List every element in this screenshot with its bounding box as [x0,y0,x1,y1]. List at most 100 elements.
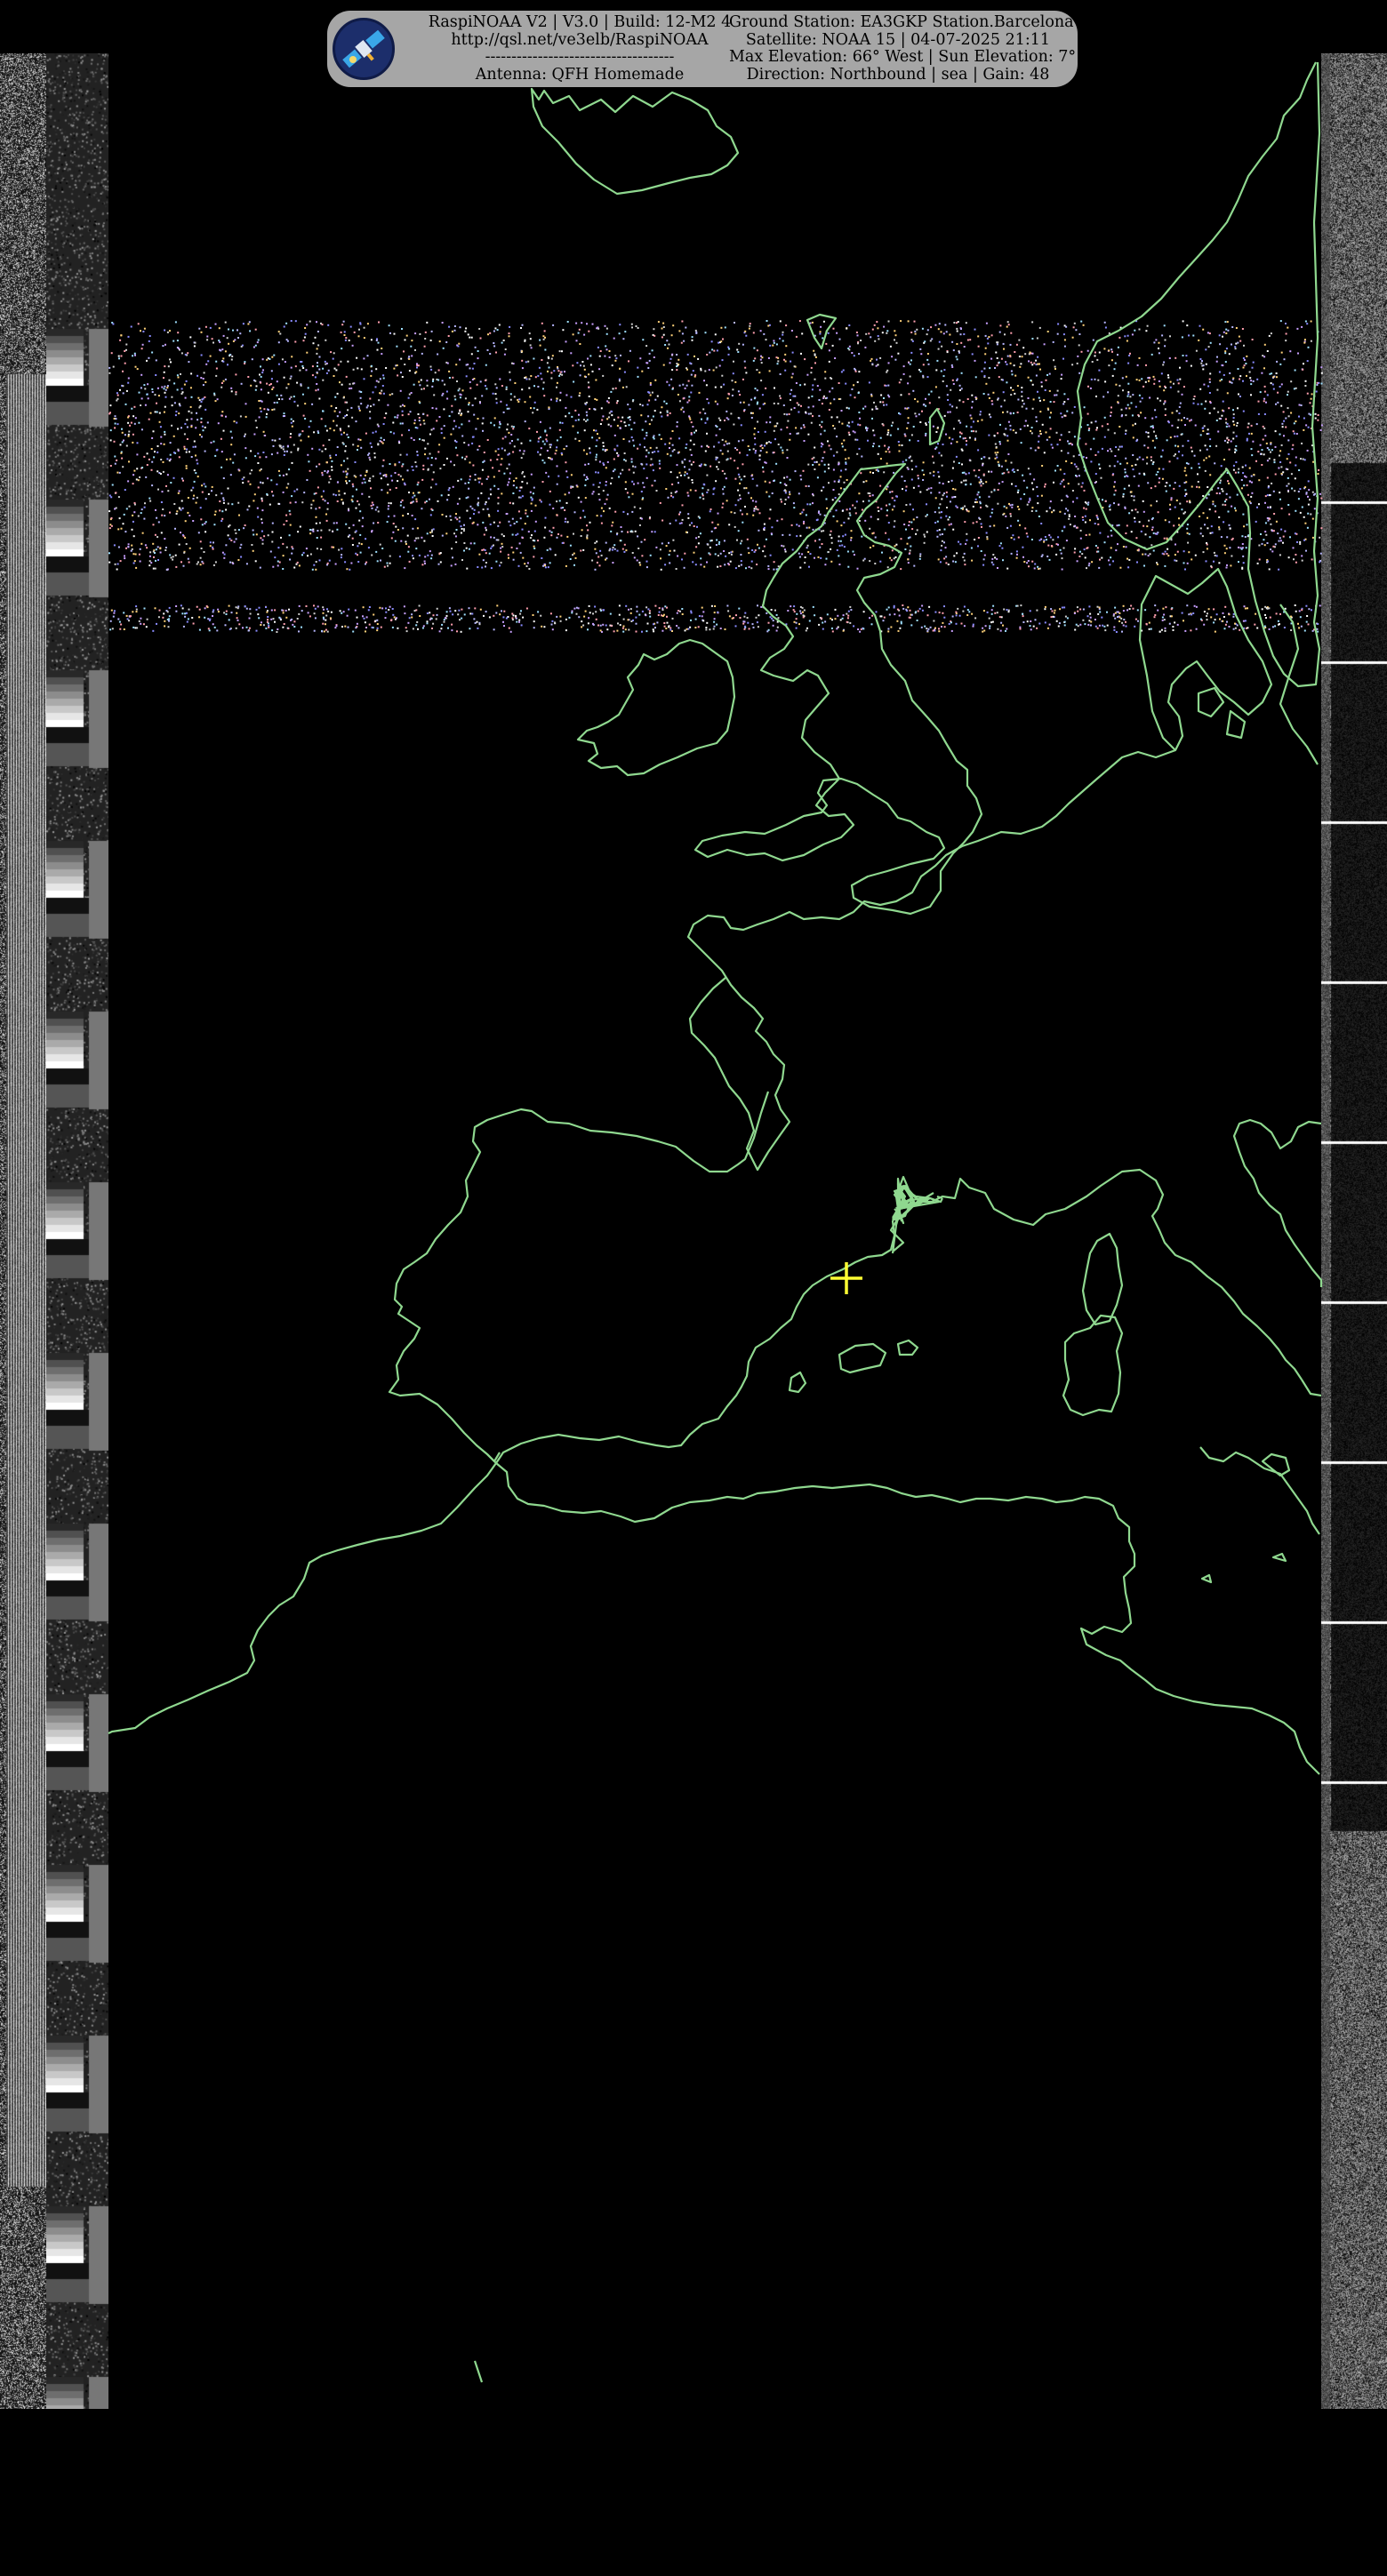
noise-dot [1219,479,1222,482]
noise-dot [754,549,757,552]
noise-dot [510,434,513,436]
noise-dot [1077,468,1079,470]
noise-dot [1063,414,1066,417]
noise-dot [116,568,118,571]
noise-dot [516,620,518,623]
noise-dot [556,400,558,403]
noise-dot [452,376,454,379]
noise-dot [737,351,740,353]
noise-dot [1221,414,1223,417]
noise-dot [1003,433,1006,436]
noise-dot [525,482,528,484]
noise-dot [1294,490,1296,492]
noise-dot [140,508,143,511]
noise-dot [1094,523,1096,524]
noise-dot [429,514,432,516]
noise-dot [254,560,257,563]
noise-dot [793,620,796,623]
noise-dot [649,516,651,518]
noise-dot [734,567,737,570]
noise-dot [870,516,872,518]
noise-dot [1186,562,1189,564]
noise-dot [665,628,668,629]
noise-dot [1127,362,1130,364]
noise-dot [1224,321,1227,324]
noise-dot [351,500,354,503]
noise-dot [127,435,130,437]
noise-dot [936,535,939,538]
noise-dot [473,618,476,620]
noise-dot [742,439,744,442]
noise-dot [130,549,132,552]
noise-dot [602,445,605,447]
noise-dot [1218,516,1221,518]
noise-dot [429,486,432,489]
noise-dot [128,505,131,508]
noise-dot [253,500,255,502]
noise-dot [757,420,759,423]
noise-dot [180,427,182,429]
noise-dot [743,409,746,412]
noise-dot [823,470,826,473]
noise-dot [285,473,288,476]
noise-dot [426,380,429,382]
noise-dot [1277,391,1279,394]
noise-dot [690,610,693,612]
noise-dot [340,360,342,363]
noise-dot [1282,411,1285,413]
noise-dot [867,439,869,442]
noise-dot [365,406,368,409]
noise-dot [499,613,501,616]
noise-dot [131,528,133,531]
noise-dot [630,428,633,430]
noise-dot [978,469,981,471]
noise-dot [709,628,711,631]
noise-dot [195,472,197,475]
noise-dot [177,428,179,430]
noise-dot [812,464,814,466]
noise-dot [1191,450,1193,452]
noise-dot [291,461,293,464]
noise-dot [570,352,573,355]
noise-dot [1265,617,1267,620]
noise-dot [1086,457,1087,459]
noise-dot [583,368,586,371]
noise-dot [1261,464,1263,466]
noise-dot [768,495,771,498]
noise-dot [685,472,688,475]
noise-dot [1239,378,1241,380]
noise-dot [1263,390,1266,393]
noise-dot [372,391,374,394]
noise-dot [478,623,481,626]
noise-dot [721,506,724,508]
noise-dot [1191,613,1193,616]
noise-dot [276,631,278,633]
noise-dot [322,616,325,619]
noise-dot [529,439,532,442]
noise-dot [1243,344,1245,347]
noise-dot [1222,490,1224,492]
noise-dot [416,527,419,530]
noise-dot [1002,513,1005,516]
noise-dot [464,397,467,400]
noise-dot [314,607,317,610]
noise-dot [1232,615,1235,618]
noise-dot [212,541,214,544]
noise-dot [850,537,853,539]
noise-dot [1205,457,1207,460]
noise-dot [1183,620,1184,622]
noise-dot [131,544,133,547]
noise-dot [946,394,949,396]
noise-dot [1110,406,1112,409]
noise-dot [251,544,253,546]
noise-dot [1311,629,1314,632]
noise-dot [501,458,503,460]
noise-dot [1201,535,1204,538]
noise-dot [1264,435,1267,437]
noise-dot [511,612,514,615]
noise-dot [1088,428,1091,430]
noise-dot [316,321,317,324]
noise-dot [163,388,165,390]
noise-dot [1002,342,1005,345]
noise-dot [1015,556,1018,559]
